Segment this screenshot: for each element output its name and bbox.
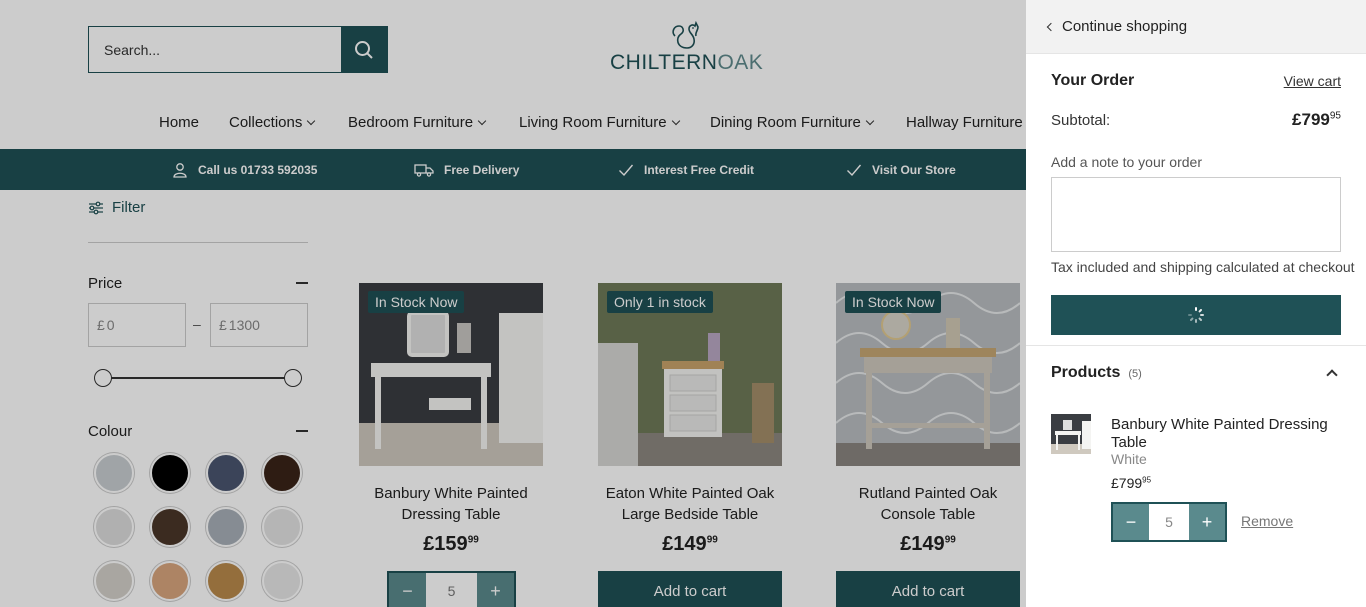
line-item-title[interactable]: Banbury White Painted Dressing Table — [1111, 416, 1341, 452]
increase-qty-button[interactable]: + — [1189, 504, 1225, 540]
products-count: (5) — [1128, 368, 1142, 380]
remove-item-link[interactable]: Remove — [1241, 513, 1293, 529]
checkout-button[interactable] — [1051, 295, 1341, 335]
your-order-title: Your Order — [1051, 72, 1135, 89]
line-item-variant: White — [1111, 451, 1147, 467]
quantity-input[interactable]: 5 — [1149, 504, 1189, 540]
line-item-price: £79995 — [1111, 475, 1152, 491]
order-note-label: Add a note to your order — [1051, 154, 1202, 170]
cart-drawer: Continue shopping Your Order View cart S… — [1026, 0, 1366, 607]
line-item-quantity-stepper: − 5 + — [1111, 502, 1227, 542]
chevron-up-icon[interactable] — [1326, 369, 1338, 381]
order-note-field[interactable] — [1051, 177, 1341, 252]
view-cart-link[interactable]: View cart — [1284, 73, 1341, 89]
tax-note: Tax included and shipping calculated at … — [1051, 259, 1355, 275]
products-section-title[interactable]: Products (5) — [1051, 364, 1142, 382]
continue-shopping-link[interactable]: Continue shopping — [1026, 0, 1366, 54]
chevron-left-icon — [1046, 22, 1056, 31]
decrease-qty-button[interactable]: − — [1113, 504, 1149, 540]
cart-overlay[interactable] — [0, 0, 1026, 607]
subtotal-value: £79995 — [1292, 110, 1341, 129]
subtotal-label: Subtotal: — [1051, 112, 1111, 129]
loading-spinner-icon — [1188, 307, 1204, 323]
drawer-divider — [1026, 345, 1366, 346]
line-item-thumbnail[interactable] — [1051, 414, 1091, 454]
